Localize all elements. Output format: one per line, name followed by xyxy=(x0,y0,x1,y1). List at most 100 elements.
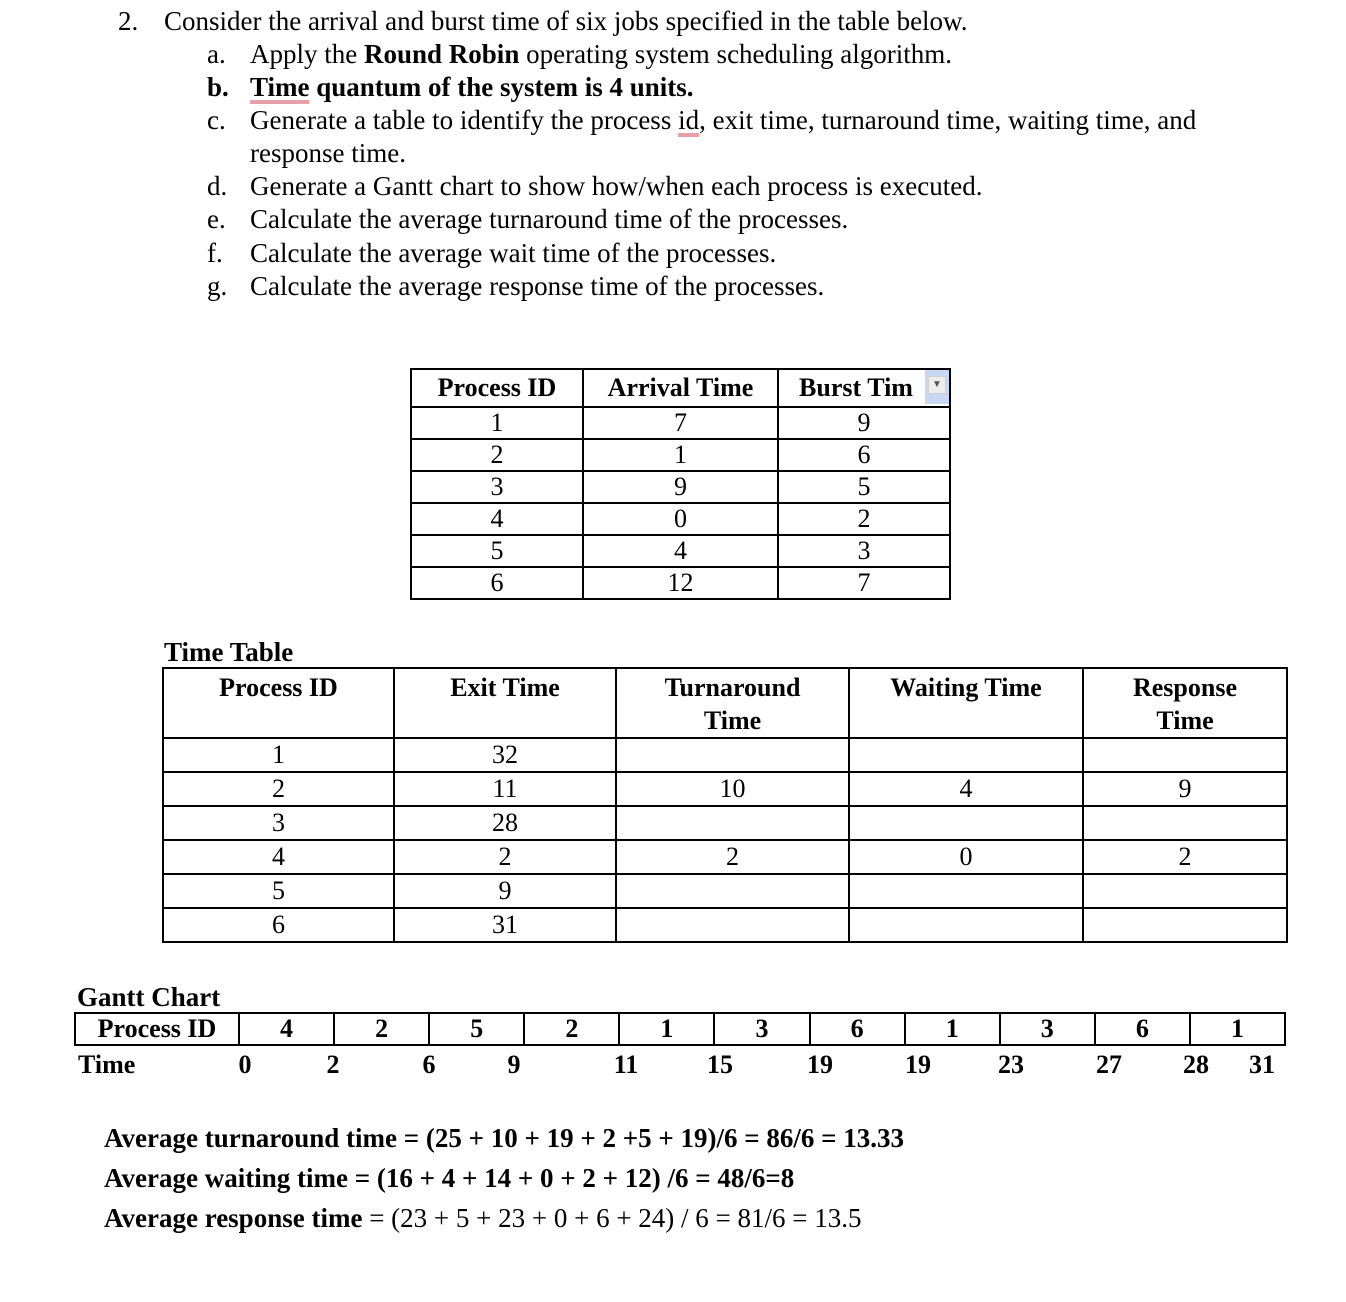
table-cell xyxy=(615,907,850,943)
table-cell xyxy=(848,907,1084,943)
table-cell: 1 xyxy=(162,737,395,773)
item-label: e. xyxy=(207,204,226,234)
gantt-cell: 3 xyxy=(1001,1014,1096,1044)
gantt-time-tick: 23 xyxy=(998,1050,1024,1079)
table-cell: 4 xyxy=(410,502,584,536)
process-input-table: Process ID Arrival Time Burst Tim ▼ 1792… xyxy=(410,368,951,600)
gantt-time-tick: 15 xyxy=(707,1050,733,1079)
item-text-post: , exit time, turnaround time, waiting ti… xyxy=(699,105,1197,135)
gantt-time-tick: 9 xyxy=(507,1050,521,1079)
average-label: Average response time xyxy=(104,1203,363,1233)
header-line: Exit Time xyxy=(450,673,560,702)
gantt-time-tick: 28 xyxy=(1183,1050,1209,1079)
gantt-time-tick: 2 xyxy=(326,1050,340,1079)
column-header: Turnaround Time xyxy=(615,667,850,739)
table-cell: 1 xyxy=(582,438,779,472)
average-turnaround: Average turnaround time = (25 + 10 + 19 … xyxy=(104,1122,904,1154)
item-text: Calculate the average turnaround time of… xyxy=(250,204,849,234)
table-cell xyxy=(848,737,1084,773)
table-cell: 6 xyxy=(410,566,584,600)
table-cell xyxy=(848,873,1084,909)
table-cell: 2 xyxy=(393,839,617,875)
table-cell: 12 xyxy=(582,566,779,600)
header-line: Response xyxy=(1132,673,1237,702)
table-cell: 5 xyxy=(777,470,951,504)
table-cell: 2 xyxy=(1082,839,1288,875)
table-cell: 9 xyxy=(1082,771,1288,807)
header-line: Waiting Time xyxy=(890,673,1042,702)
table-cell xyxy=(1082,907,1288,943)
average-formula: = (25 + 10 + 19 + 2 +5 + 19)/6 = 86/6 = … xyxy=(396,1123,905,1153)
table-cell: 2 xyxy=(777,502,951,536)
table-row: 6 31 xyxy=(162,907,1288,943)
average-response: Average response time = (23 + 5 + 23 + 0… xyxy=(104,1202,862,1234)
table-header-row: Process ID Exit Time Turnaround Time Wait… xyxy=(162,667,1288,739)
gantt-cell: 6 xyxy=(1096,1014,1191,1044)
table-cell: 7 xyxy=(582,406,779,440)
table-cell: 6 xyxy=(777,438,951,472)
table-cell xyxy=(615,737,850,773)
column-dropdown-button[interactable]: ▼ xyxy=(925,371,948,404)
time-table-title: Time Table xyxy=(164,637,294,667)
gantt-chart-title: Gantt Chart xyxy=(77,982,221,1012)
item-text: Generate a table to identify the process… xyxy=(250,104,1196,137)
gantt-time-tick: 0 xyxy=(238,1050,252,1079)
item-text-pre: Apply the xyxy=(250,39,364,69)
spellcheck-underlined-word[interactable]: Time xyxy=(250,72,310,102)
table-cell xyxy=(1082,737,1288,773)
spellcheck-underlined-word[interactable]: id xyxy=(678,105,699,135)
question-number: 2. xyxy=(118,6,139,36)
table-cell: 3 xyxy=(162,805,395,841)
header-line: Time xyxy=(703,706,762,735)
table-cell: 2 xyxy=(615,839,850,875)
gantt-process-row: Process ID 42521361361 xyxy=(74,1012,1286,1046)
table-cell: 9 xyxy=(777,406,951,440)
gantt-row-label: Process ID xyxy=(76,1014,240,1044)
table-cell xyxy=(1082,873,1288,909)
gantt-cell: 1 xyxy=(620,1014,716,1044)
table-cell: 9 xyxy=(582,470,779,504)
item-text: Apply the Round Robin operating system s… xyxy=(250,38,952,71)
column-header: Process ID xyxy=(410,368,584,408)
table-cell: 32 xyxy=(393,737,617,773)
column-header: Exit Time xyxy=(393,667,617,739)
table-row: 179 xyxy=(410,406,951,440)
header-line: Turnaround xyxy=(664,673,801,702)
item-label: c. xyxy=(207,105,226,135)
header-line: Process ID xyxy=(219,673,338,702)
gantt-cell: 5 xyxy=(430,1014,526,1044)
item-text: response time. xyxy=(250,138,406,168)
gantt-cell: 2 xyxy=(525,1014,621,1044)
table-header-row: Process ID Arrival Time Burst Tim ▼ xyxy=(410,368,951,408)
table-row: 2 11 10 4 9 xyxy=(162,771,1288,807)
table-cell: 10 xyxy=(615,771,850,807)
column-header-text: Burst Tim xyxy=(799,373,913,402)
time-table: Process ID Exit Time Turnaround Time Wait… xyxy=(162,667,1288,943)
gantt-cell: 2 xyxy=(335,1014,431,1044)
item-text-bold: Round Robin xyxy=(364,39,520,69)
table-cell: 7 xyxy=(777,566,951,600)
table-cell: 5 xyxy=(410,534,584,568)
gantt-cell: 3 xyxy=(715,1014,811,1044)
column-header: Response Time xyxy=(1082,667,1288,739)
gantt-time-tick: 19 xyxy=(905,1050,931,1079)
table-cell: 6 xyxy=(162,907,395,943)
item-label: a. xyxy=(207,39,226,69)
gantt-time-label: Time xyxy=(78,1050,136,1079)
gantt-cell: 1 xyxy=(906,1014,1001,1044)
gantt-time-tick: 11 xyxy=(613,1050,639,1079)
question-text: Consider the arrival and burst time of s… xyxy=(164,6,968,36)
column-header: Arrival Time xyxy=(582,368,779,408)
table-cell: 5 xyxy=(162,873,395,909)
dropdown-arrow-icon: ▼ xyxy=(928,376,946,394)
gantt-cell: 1 xyxy=(1230,1014,1244,1043)
average-waiting: Average waiting time = (16 + 4 + 14 + 0 … xyxy=(104,1162,794,1194)
item-label: g. xyxy=(207,271,228,301)
table-cell: 4 xyxy=(162,839,395,875)
table-cell: 1 xyxy=(410,406,584,440)
gantt-cell: 6 xyxy=(811,1014,906,1044)
item-label: f. xyxy=(207,238,223,268)
table-row: 42202 xyxy=(162,839,1288,875)
gantt-time-tick: 6 xyxy=(422,1050,436,1079)
table-cell: 28 xyxy=(393,805,617,841)
